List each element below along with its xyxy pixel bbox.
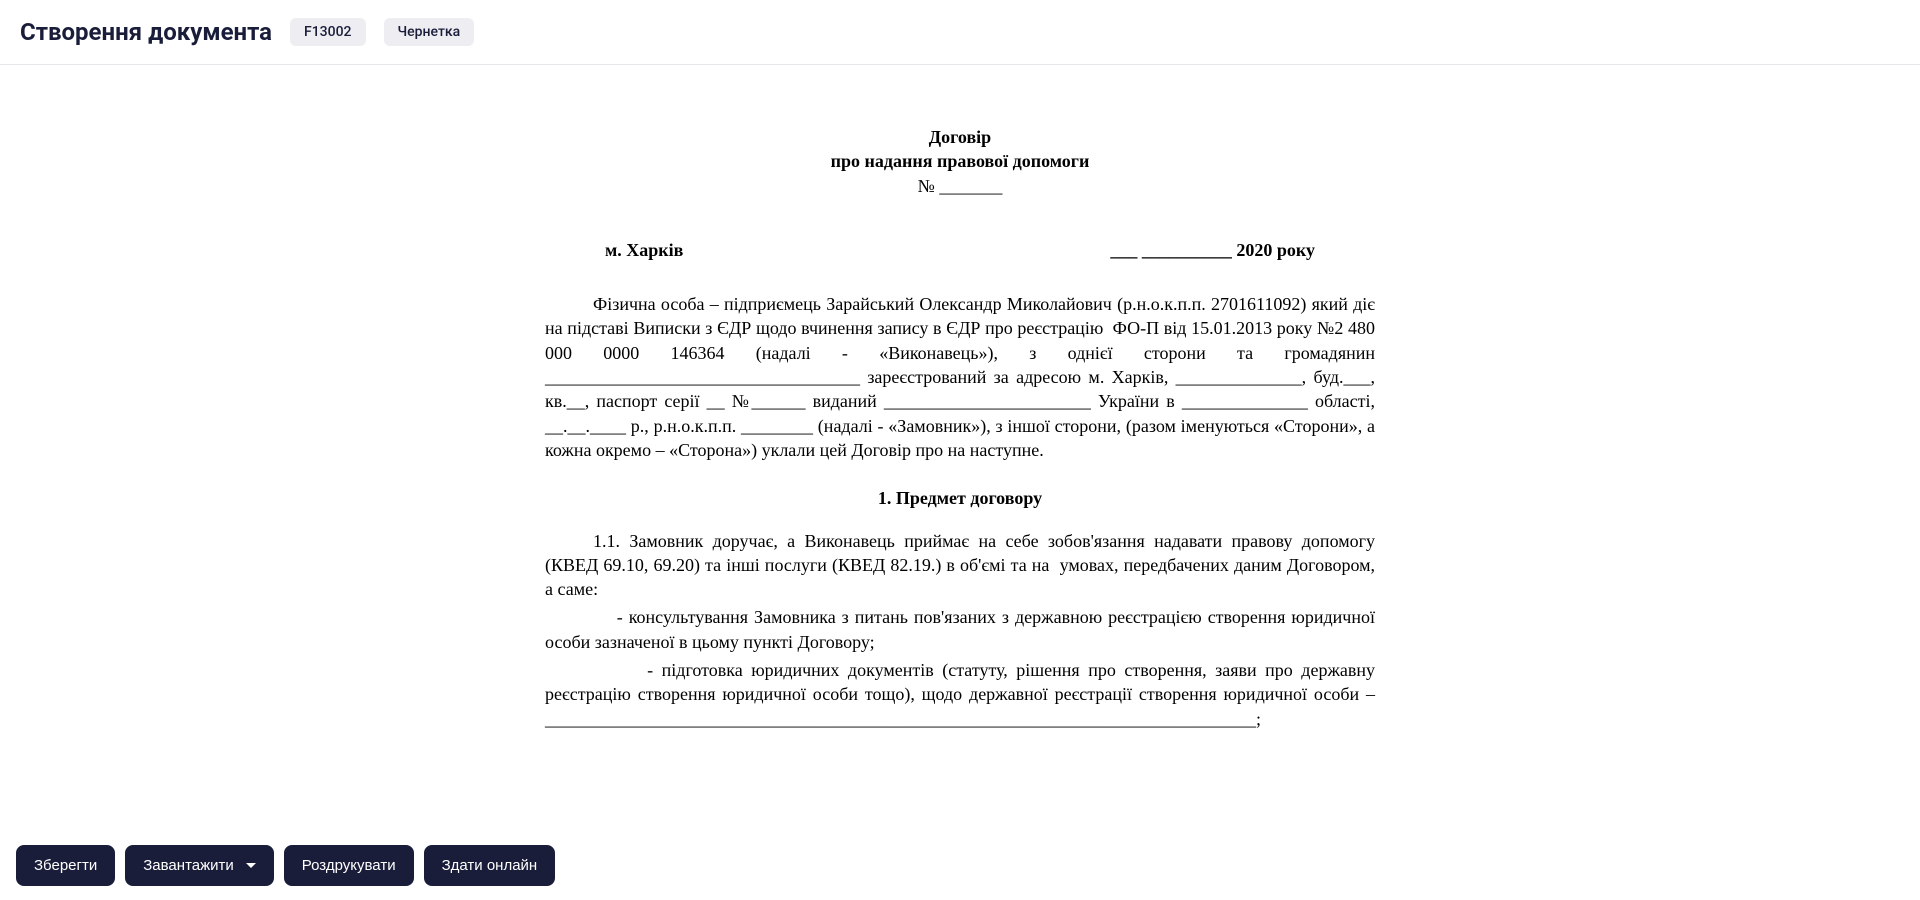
section-1-title: 1. Предмет договору [545, 486, 1375, 510]
save-button-label: Зберегти [34, 857, 97, 874]
print-button[interactable]: Роздрукувати [284, 845, 414, 886]
footer-toolbar: Зберегти Завантажити Роздрукувати Здати … [0, 831, 1920, 900]
document-body: Договір про надання правової допомоги № … [545, 125, 1375, 845]
status-badge: Чернетка [384, 18, 475, 46]
doc-year: ___ __________ 2020 року [1110, 238, 1315, 262]
chevron-down-icon [246, 863, 256, 868]
download-button[interactable]: Завантажити [125, 845, 274, 886]
doc-title-block: Договір про надання правової допомоги № … [545, 125, 1375, 198]
doc-number: № _______ [545, 174, 1375, 198]
download-button-label: Завантажити [143, 857, 234, 874]
clause-1-1: 1.1. Замовник доручає, а Виконавець прий… [545, 529, 1375, 602]
code-badge: F13002 [290, 18, 366, 46]
doc-city: м. Харків [605, 238, 683, 262]
submit-button[interactable]: Здати онлайн [424, 845, 556, 886]
submit-button-label: Здати онлайн [442, 857, 538, 874]
bullet-2: - підготовка юридичних документів (стату… [545, 658, 1375, 731]
header-bar: Створення документа F13002 Чернетка [0, 0, 1920, 65]
document-viewport: Договір про надання правової допомоги № … [0, 65, 1920, 845]
city-year-row: м. Харків ___ __________ 2020 року [545, 238, 1375, 262]
intro-paragraph: Фізична особа – підприємець Зарайський О… [545, 292, 1375, 462]
print-button-label: Роздрукувати [302, 857, 396, 874]
save-button[interactable]: Зберегти [16, 845, 115, 886]
doc-title-line1: Договір [545, 125, 1375, 149]
bullet-1: - консультування Замовника з питань пов'… [545, 605, 1375, 654]
doc-title-line2: про надання правової допомоги [545, 149, 1375, 173]
page-title: Створення документа [20, 18, 272, 46]
